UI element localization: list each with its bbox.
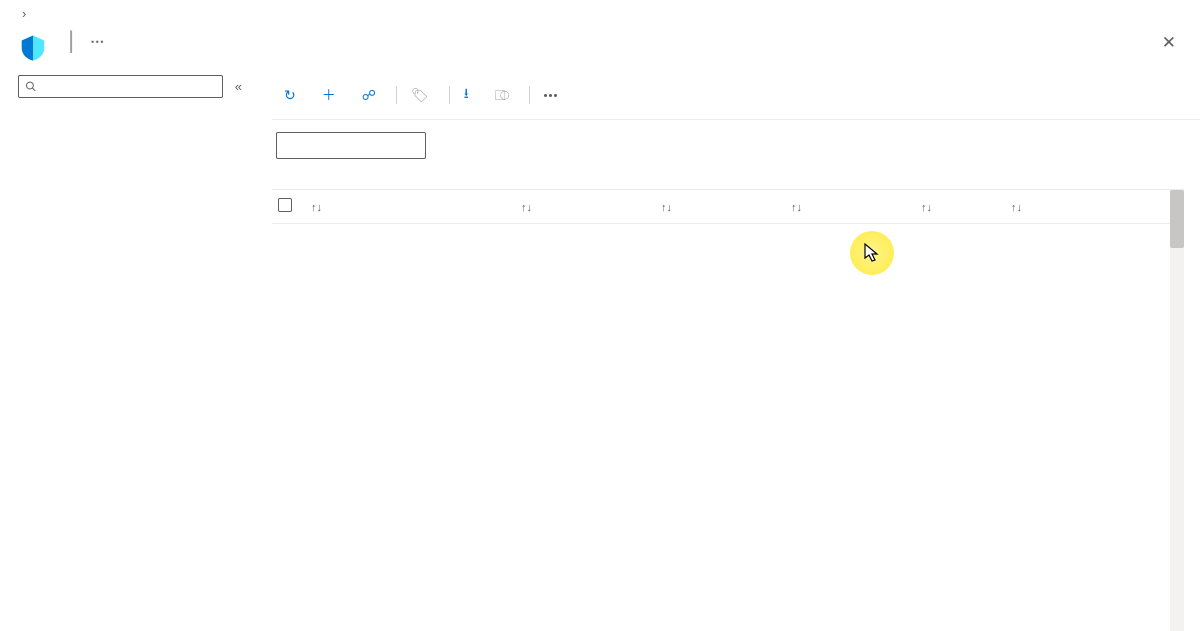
refresh-icon: ↻ bbox=[284, 87, 296, 104]
filter-bar bbox=[272, 120, 1200, 165]
filter-name-input[interactable] bbox=[276, 132, 426, 159]
query-icon: ☍ bbox=[362, 87, 376, 104]
open-query-button[interactable]: ☍ bbox=[354, 83, 390, 108]
title-menu-icon[interactable]: ⋯ bbox=[90, 33, 105, 50]
close-icon[interactable]: ✕ bbox=[1156, 27, 1182, 59]
mouse-cursor-icon bbox=[864, 243, 880, 263]
summary-stats bbox=[272, 165, 1200, 189]
sort-icon: ↑↓ bbox=[921, 202, 932, 214]
search-input[interactable] bbox=[18, 75, 223, 98]
collapse-sidebar-icon[interactable]: « bbox=[231, 75, 246, 98]
sidebar: « bbox=[0, 71, 258, 631]
chevron-right-icon: › bbox=[22, 6, 26, 21]
sort-icon: ↑↓ bbox=[1011, 202, 1022, 214]
sort-icon: ↑↓ bbox=[311, 202, 322, 214]
toolbar-separator bbox=[396, 86, 397, 104]
toolbar: ↻ ＋ ☍ 🏷 ⭳ ⎄ bbox=[272, 71, 1200, 120]
add-server-button[interactable]: ＋ bbox=[314, 81, 350, 109]
main-content: ↻ ＋ ☍ 🏷 ⭳ ⎄ ↑↓ ↑↓ ↑↓ ↑ bbox=[258, 71, 1200, 631]
plus-icon: ＋ bbox=[322, 85, 336, 105]
select-all-checkbox[interactable] bbox=[278, 198, 292, 212]
more-toolbar-button[interactable] bbox=[536, 90, 565, 101]
assign-tags-button: 🏷 bbox=[403, 83, 443, 108]
download-icon: ⭳ bbox=[464, 83, 469, 107]
tag-icon: 🏷 bbox=[411, 87, 429, 104]
download-csv-button[interactable]: ⭳ bbox=[456, 79, 483, 111]
more-icon bbox=[544, 94, 557, 97]
sort-icon: ↑↓ bbox=[521, 202, 532, 214]
col-resource-name[interactable]: ↑↓ bbox=[302, 190, 512, 224]
sort-icon: ↑↓ bbox=[661, 202, 672, 214]
toolbar-separator bbox=[449, 86, 450, 104]
inventory-table: ↑↓ ↑↓ ↑↓ ↑↓ ↑↓ ↑↓ bbox=[272, 189, 1184, 631]
vertical-scrollbar[interactable] bbox=[1170, 190, 1184, 631]
col-resource-type[interactable]: ↑↓ bbox=[512, 190, 652, 224]
toolbar-separator bbox=[529, 86, 530, 104]
sort-icon: ↑↓ bbox=[791, 202, 802, 214]
col-defender[interactable]: ↑↓ bbox=[912, 190, 1002, 224]
product-icon bbox=[18, 33, 48, 63]
col-subscription[interactable]: ↑↓ bbox=[652, 190, 782, 224]
title-separator: | bbox=[68, 27, 74, 55]
page-title: | ⋯ bbox=[60, 27, 105, 55]
breadcrumb: › bbox=[0, 0, 1200, 23]
search-field[interactable] bbox=[43, 79, 216, 94]
page-header: | ⋯ ✕ bbox=[0, 23, 1200, 71]
col-recommendations[interactable]: ↑↓ bbox=[1002, 190, 1184, 224]
search-icon bbox=[25, 80, 37, 93]
refresh-button[interactable]: ↻ bbox=[276, 83, 310, 108]
col-monitoring-agent[interactable]: ↑↓ bbox=[782, 190, 912, 224]
scrollbar-thumb[interactable] bbox=[1170, 190, 1184, 248]
trigger-logic-button: ⎄ bbox=[487, 83, 524, 108]
logic-icon: ⎄ bbox=[495, 87, 510, 104]
